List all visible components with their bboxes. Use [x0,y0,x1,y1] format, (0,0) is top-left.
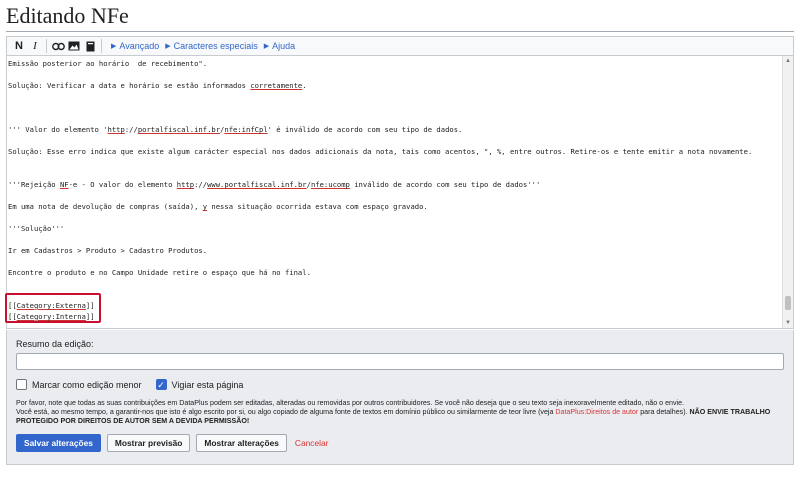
summary-input[interactable] [16,353,784,370]
editor-line-segment: ''' Valor do elemento ' [8,125,108,134]
editor-line-segment: Encontre o produto e no Campo Unidade re… [8,268,311,277]
image-icon[interactable] [66,38,82,54]
notice-line1: Por favor, note que todas as suas contri… [16,399,685,407]
watch-checkbox[interactable]: ✓ [155,379,167,390]
editor-line: Encontre o produto e no Campo Unidade re… [8,267,311,278]
minor-edit-checkbox[interactable] [16,379,27,390]
editor-line-segment: portalfiscal.inf.br [137,125,221,134]
preview-button[interactable]: Mostrar previsão [106,434,191,452]
summary-label: Resumo da edição: [16,339,94,349]
page-title: Editando NFe [6,3,129,28]
wikitext-textarea[interactable]: Emissão posterior ao horário de recebime… [7,56,783,328]
editor-line-segment: http [107,125,125,134]
bold-icon[interactable]: N [11,38,27,54]
editor-toolbar: N I ▶ Avançado ▶ Caracteres especiais ▶ Aju… [7,37,793,56]
action-buttons: Salvar alterações Mostrar previsão Mostr… [16,434,328,452]
editor-line-segment: nessa situação ocorrida estava com espaç… [207,202,428,211]
editor-line-segment: '''Rejeição [8,180,60,189]
watch-label: Vigiar esta página [171,379,244,390]
notice-line2-after: para detalhes). [638,408,690,416]
editor-line-segment: nfe:infCpl [224,125,268,134]
toolbar-special-chars-link[interactable]: ▶ Caracteres especiais [165,41,257,51]
editor-line: Em uma nota de devolução de compras (saí… [8,201,428,212]
link-icon[interactable] [50,38,66,54]
scroll-down-icon[interactable]: ▼ [783,318,793,328]
copyright-link[interactable]: DataPlus:Direitos de autor [555,408,638,416]
title-divider [6,31,794,32]
toolbar-help-link[interactable]: ▶ Ajuda [264,41,295,51]
editor-line-segment: :// [194,180,208,189]
checkbox-row: Marcar como edição menor ✓ Vigiar esta p… [16,379,243,390]
scroll-up-icon[interactable]: ▲ [783,56,793,66]
triangle-right-icon: ▶ [165,43,171,50]
copyright-notice: Por favor, note que todas as suas contri… [16,399,786,426]
save-button[interactable]: Salvar alterações [16,434,101,452]
editor-line-segment: Ir em Cadastros > Produto > Cadastro Pro… [8,246,208,255]
editor-line-segment: . [302,81,307,90]
editor-line-segment: -e - O valor do elemento [68,180,177,189]
editor-line-segment: inválido de acordo com seu tipo de dados… [349,180,541,189]
editor-line: ''' Valor do elemento 'http://portalfisc… [8,124,462,135]
editor-line-segment: http [176,180,195,189]
editor-line-segment: ' é inválido de acordo com seu tipo de d… [267,125,463,134]
editor-line-segment: www.portalfiscal.inf.br [207,180,307,189]
toolbar-separator [46,39,47,53]
toolbar-advanced-link[interactable]: ▶ Avançado [111,41,159,51]
template-icon[interactable] [82,38,98,54]
editor-line: Ir em Cadastros > Produto > Cadastro Pro… [8,245,207,256]
editor-line-segment: Emissão posterior ao horário de recebime… [8,59,208,68]
edit-options-panel: Resumo da edição: Marcar como edição men… [6,330,794,465]
show-changes-button[interactable]: Mostrar alterações [196,434,287,452]
toolbar-separator [101,39,102,53]
editor-line: Solução: Esse erro indica que existe alg… [8,146,752,157]
cancel-link[interactable]: Cancelar [295,438,329,448]
editor-line: '''Solução''' [8,223,64,234]
editor-line-segment: Solução: Verificar a data e horário se e… [8,81,251,90]
editor-line: '''Rejeição NF-e - O valor do elemento h… [8,179,540,190]
wikitext-editor: N I ▶ Avançado ▶ Caracteres especiais ▶ Aju… [6,36,794,329]
editor-scrollbar[interactable]: ▲ ▼ [782,56,793,328]
editor-line: Solução: Verificar a data e horário se e… [8,80,307,91]
minor-edit-label: Marcar como edição menor [32,379,142,390]
italic-icon[interactable]: I [27,38,43,54]
editor-line-segment: corretamente [250,81,303,90]
editor-line-segment: :// [124,125,138,134]
triangle-right-icon: ▶ [111,43,117,50]
scrollbar-thumb[interactable] [785,296,791,310]
editor-line-segment: Solução: Esse erro indica que existe alg… [8,147,753,156]
notice-line2-before: Você está, ao mesmo tempo, a garantir-no… [16,408,556,416]
editor-line-segment: Em uma nota de devolução de compras (saí… [8,202,203,211]
editor-line-segment: NF [59,180,69,189]
editor-line: Emissão posterior ao horário de recebime… [8,58,207,69]
triangle-right-icon: ▶ [263,43,270,50]
editor-line-segment: '''Solução''' [8,224,65,233]
editor-line-segment: nfe:ucomp [310,180,350,189]
category-highlight-box [5,293,101,323]
